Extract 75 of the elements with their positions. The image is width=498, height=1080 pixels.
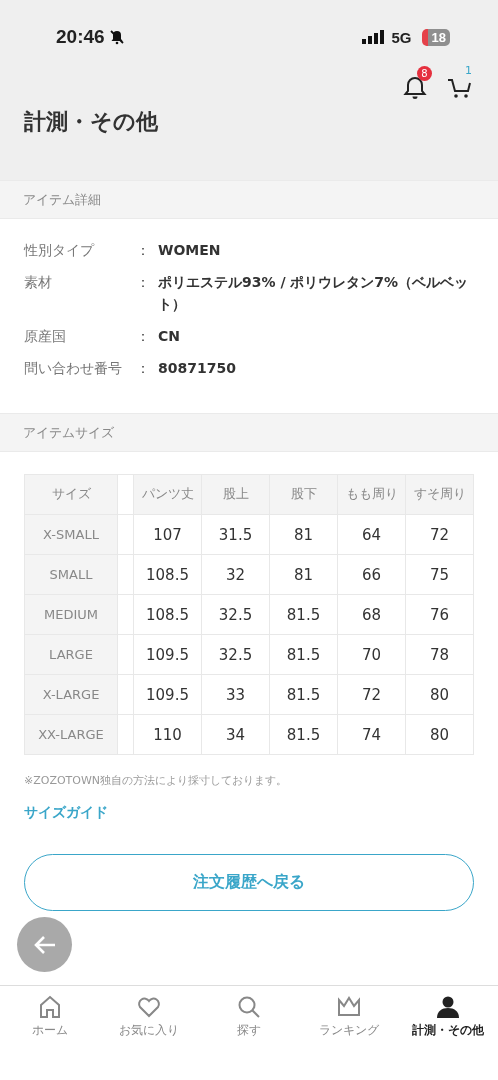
detail-label: 素材	[24, 273, 53, 292]
table-cell: 72	[337, 674, 406, 715]
table-cell: 76	[405, 594, 474, 635]
section-header: アイテム詳細	[0, 180, 498, 219]
detail-label: 原産国	[24, 327, 67, 346]
table-cell: 32.5	[201, 594, 270, 635]
table-cell: 81.5	[269, 634, 338, 675]
detail-value: ポリエステル93% / ポリウレタン7%（ベルベット）	[158, 273, 470, 314]
size-cell: X-SMALL	[24, 514, 118, 555]
notification-badge: 8	[417, 66, 432, 81]
column-header: 股上	[201, 474, 270, 515]
arrow-left-icon	[32, 934, 57, 955]
table-cell: 81.5	[269, 594, 338, 635]
detail-value: CN	[158, 327, 181, 346]
table-cell: 80	[405, 674, 474, 715]
table-cell: 34	[201, 714, 270, 755]
measurement-note: ※ZOZOTOWN独自の方法により採寸しております。	[24, 773, 289, 788]
size-cell: X-LARGE	[24, 674, 118, 715]
table-cell: 81.5	[269, 714, 338, 755]
tab-item[interactable]: ホーム	[0, 986, 100, 1080]
table-cell: 81	[269, 514, 338, 555]
search-icon	[236, 994, 262, 1020]
size-cell: XX-LARGE	[24, 714, 118, 755]
column-header: パンツ丈	[133, 474, 202, 515]
table-cell: 33	[201, 674, 270, 715]
size-cell: SMALL	[24, 554, 118, 595]
signal-icon	[361, 30, 384, 44]
tab-item[interactable]: 計測・その他	[398, 986, 498, 1080]
tab-item[interactable]: ランキング	[298, 986, 399, 1080]
table-cell: 107	[133, 514, 202, 555]
table-cell: 81	[269, 554, 338, 595]
table-cell: 81.5	[269, 674, 338, 715]
status-time: 20:46	[56, 26, 105, 48]
back-to-orders-button[interactable]: 注文履歴へ戻る	[24, 854, 474, 911]
size-guide-link[interactable]: サイズガイド	[24, 804, 108, 822]
network-label: 5G	[391, 28, 412, 46]
table-cell: 32	[201, 554, 270, 595]
page-title: 計測・その他	[24, 108, 159, 136]
table-cell: 32.5	[201, 634, 270, 675]
table-cell: 75	[405, 554, 474, 595]
table-cell: 64	[337, 514, 406, 555]
detail-value: WOMEN	[158, 241, 222, 260]
table-cell: 80	[405, 714, 474, 755]
table-cell: 78	[405, 634, 474, 675]
table-cell: 109.5	[133, 674, 202, 715]
section-header: アイテムサイズ	[0, 413, 498, 452]
table-cell: 31.5	[201, 514, 270, 555]
table-cell: 109.5	[133, 634, 202, 675]
table-cell: 72	[405, 514, 474, 555]
separator: ：	[136, 241, 151, 260]
person-icon	[435, 994, 462, 1020]
column-header: 股下	[269, 474, 338, 515]
detail-value: 80871750	[158, 359, 237, 378]
table-cell: 68	[337, 594, 406, 635]
table-cell: 110	[133, 714, 202, 755]
column-header: もも周り	[337, 474, 406, 515]
battery-level: 18	[421, 28, 450, 46]
separator: ：	[136, 273, 151, 292]
cart-count: 1	[465, 64, 472, 77]
detail-label: 性別タイプ	[24, 241, 96, 260]
detail-label: 問い合わせ番号	[24, 359, 123, 378]
column-header: サイズ	[24, 474, 118, 515]
tab-item[interactable]: 探す	[199, 986, 299, 1080]
table-cell: 108.5	[133, 594, 202, 635]
size-cell: LARGE	[24, 634, 118, 675]
size-cell: MEDIUM	[24, 594, 118, 635]
column-header: すそ周り	[405, 474, 474, 515]
table-cell: 74	[337, 714, 406, 755]
tab-item[interactable]: お気に入り	[99, 986, 200, 1080]
separator: ：	[136, 327, 151, 346]
table-cell: 108.5	[133, 554, 202, 595]
separator: ：	[136, 359, 151, 378]
muted-bell-icon	[108, 29, 125, 45]
table-cell: 66	[337, 554, 406, 595]
table-cell: 70	[337, 634, 406, 675]
